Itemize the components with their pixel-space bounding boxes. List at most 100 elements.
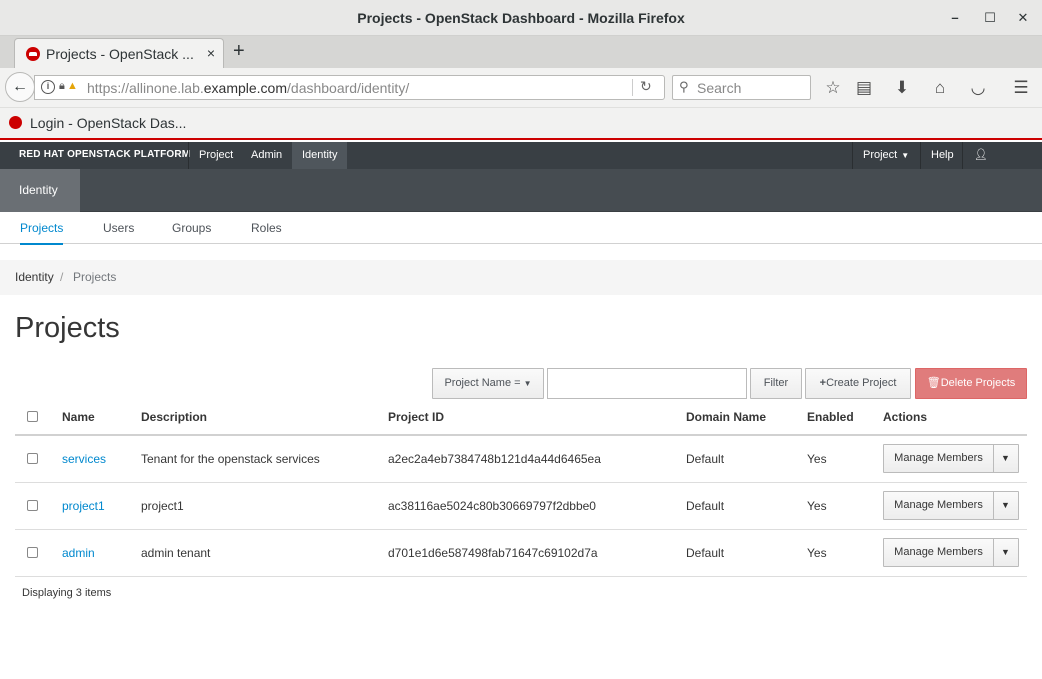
redhat-favicon-icon bbox=[26, 47, 40, 61]
bookmarks-bar: Login - OpenStack Das... bbox=[0, 108, 1042, 140]
delete-projects-label: Delete Projects bbox=[940, 377, 1016, 389]
redhat-favicon-icon bbox=[9, 116, 22, 129]
column-header-enabled[interactable]: Enabled bbox=[807, 410, 854, 424]
trash-icon: 🗑︎ bbox=[926, 377, 941, 389]
project-enabled: Yes bbox=[807, 499, 827, 513]
close-window-button[interactable]: ✕ bbox=[1014, 9, 1032, 27]
project-description: Tenant for the openstack services bbox=[141, 452, 320, 466]
breadcrumb-separator: / bbox=[60, 270, 64, 284]
breadcrumb-projects: Projects bbox=[73, 270, 117, 284]
browser-tab[interactable]: Projects - OpenStack ... × bbox=[14, 38, 224, 68]
create-project-button[interactable]: +Create Project bbox=[805, 368, 911, 399]
dashboard-tab-identity[interactable]: Identity bbox=[0, 169, 80, 212]
search-box[interactable]: ⚲ bbox=[672, 75, 811, 100]
lock-icon: 🔒︎ bbox=[59, 80, 65, 92]
project-domain: Default bbox=[686, 546, 725, 560]
topnav-admin[interactable]: Admin bbox=[241, 142, 292, 169]
row-divider bbox=[15, 576, 1027, 577]
project-name-link[interactable]: services bbox=[62, 452, 106, 466]
chevron-down-icon: ▼ bbox=[901, 151, 910, 160]
filter-button[interactable]: Filter bbox=[750, 368, 802, 399]
table-header-divider bbox=[15, 434, 1027, 436]
search-input[interactable] bbox=[697, 79, 805, 97]
project-description: project1 bbox=[141, 499, 184, 513]
row-checkbox[interactable] bbox=[27, 547, 38, 558]
project-dropdown-label: Project bbox=[863, 149, 898, 161]
column-header-description[interactable]: Description bbox=[141, 410, 207, 424]
star-icon[interactable]: ☆ bbox=[822, 77, 844, 99]
chevron-down-icon[interactable]: ▼ bbox=[993, 445, 1018, 472]
back-button[interactable]: ← bbox=[5, 72, 35, 102]
window-titlebar: Projects - OpenStack Dashboard - Mozilla… bbox=[0, 0, 1042, 36]
site-info-icon[interactable]: i bbox=[41, 80, 55, 94]
browser-tab-title: Projects - OpenStack ... bbox=[46, 46, 194, 62]
tab-users[interactable]: Users bbox=[103, 221, 134, 235]
brand-logo[interactable]: RED HAT OPENSTACK PLATFORM bbox=[19, 149, 190, 160]
project-name-link[interactable]: admin bbox=[62, 546, 95, 560]
project-description: admin tenant bbox=[141, 546, 211, 560]
manage-members-button-group: Manage Members ▼ bbox=[883, 491, 1019, 520]
manage-members-button[interactable]: Manage Members bbox=[884, 492, 994, 519]
project-id: ac38116ae5024c80b30669797f2dbbe0 bbox=[388, 499, 596, 513]
create-project-label: Create Project bbox=[826, 377, 897, 389]
maximize-button[interactable]: ☐ bbox=[981, 9, 999, 27]
manage-members-button[interactable]: Manage Members bbox=[884, 445, 994, 472]
openstack-header: RED HAT OPENSTACK PLATFORM Project Admin… bbox=[0, 142, 1042, 188]
delete-projects-button[interactable]: 🗑︎Delete Projects bbox=[915, 368, 1027, 399]
column-header-name[interactable]: Name bbox=[62, 410, 95, 424]
dashboard-nav: Identity bbox=[0, 169, 1042, 212]
manage-members-button[interactable]: Manage Members bbox=[884, 539, 994, 566]
panel-tabs: Projects Users Groups Roles bbox=[0, 212, 1042, 245]
project-enabled: Yes bbox=[807, 546, 827, 560]
url-text[interactable]: https://allinone.lab.example.com/dashboa… bbox=[87, 80, 409, 96]
caret-down-icon: ▼ bbox=[523, 379, 532, 388]
filter-input[interactable] bbox=[547, 368, 747, 399]
chevron-down-icon[interactable]: ▼ bbox=[993, 492, 1018, 519]
new-tab-button[interactable]: + bbox=[233, 40, 245, 63]
breadcrumb: Identity / Projects bbox=[0, 260, 1042, 295]
tab-close-icon[interactable]: × bbox=[207, 45, 215, 61]
filter-field-label: Project Name = bbox=[444, 377, 521, 389]
minimize-button[interactable]: – bbox=[946, 9, 964, 27]
project-enabled: Yes bbox=[807, 452, 827, 466]
clipboard-icon[interactable]: ▤ bbox=[853, 77, 875, 99]
tab-roles[interactable]: Roles bbox=[251, 221, 282, 235]
project-domain: Default bbox=[686, 452, 725, 466]
project-domain: Default bbox=[686, 499, 725, 513]
pocket-icon[interactable]: ◡ bbox=[967, 77, 989, 99]
table-footer-count: Displaying 3 items bbox=[22, 587, 112, 599]
home-icon[interactable]: ⌂ bbox=[929, 77, 951, 99]
tab-projects[interactable]: Projects bbox=[20, 221, 64, 245]
topnav-project[interactable]: Project bbox=[189, 142, 243, 169]
header-separator bbox=[962, 142, 963, 169]
select-all-checkbox[interactable] bbox=[27, 411, 38, 422]
help-link[interactable]: Help bbox=[921, 142, 964, 169]
url-separator bbox=[632, 79, 633, 96]
chevron-down-icon[interactable]: ▼ bbox=[993, 539, 1018, 566]
bookmark-login[interactable]: Login - OpenStack Das... bbox=[30, 115, 186, 131]
reload-icon[interactable]: ↻ bbox=[640, 78, 652, 95]
window-title: Projects - OpenStack Dashboard - Mozilla… bbox=[357, 10, 685, 26]
column-header-domain-name[interactable]: Domain Name bbox=[686, 410, 766, 424]
breadcrumb-identity[interactable]: Identity bbox=[15, 270, 54, 284]
page-title: Projects bbox=[15, 312, 120, 344]
column-header-project-id[interactable]: Project ID bbox=[388, 410, 444, 424]
project-dropdown[interactable]: Project ▼ bbox=[853, 142, 919, 169]
download-icon[interactable]: ⬇ bbox=[891, 77, 913, 99]
manage-members-button-group: Manage Members ▼ bbox=[883, 444, 1019, 473]
row-checkbox[interactable] bbox=[27, 453, 38, 464]
topnav-identity[interactable]: Identity bbox=[292, 142, 347, 169]
filter-field-select[interactable]: Project Name = ▼ bbox=[432, 368, 544, 399]
project-name-link[interactable]: project1 bbox=[62, 499, 105, 513]
url-bar[interactable]: i 🔒︎ ▲ https://allinone.lab.example.com/… bbox=[34, 75, 665, 100]
row-divider bbox=[15, 482, 1027, 483]
hamburger-menu-icon[interactable]: ☰ bbox=[1010, 77, 1032, 99]
project-id: d701e1d6e587498fab71647c69102d7a bbox=[388, 546, 598, 560]
row-divider bbox=[15, 529, 1027, 530]
manage-members-button-group: Manage Members ▼ bbox=[883, 538, 1019, 567]
tab-groups[interactable]: Groups bbox=[172, 221, 211, 235]
row-checkbox[interactable] bbox=[27, 500, 38, 511]
user-menu[interactable]: 👤︎ admin▼ bbox=[964, 142, 1042, 188]
project-id: a2ec2a4eb7384748b121d4a44d6465ea bbox=[388, 452, 601, 466]
arrow-left-icon: ← bbox=[12, 78, 28, 95]
